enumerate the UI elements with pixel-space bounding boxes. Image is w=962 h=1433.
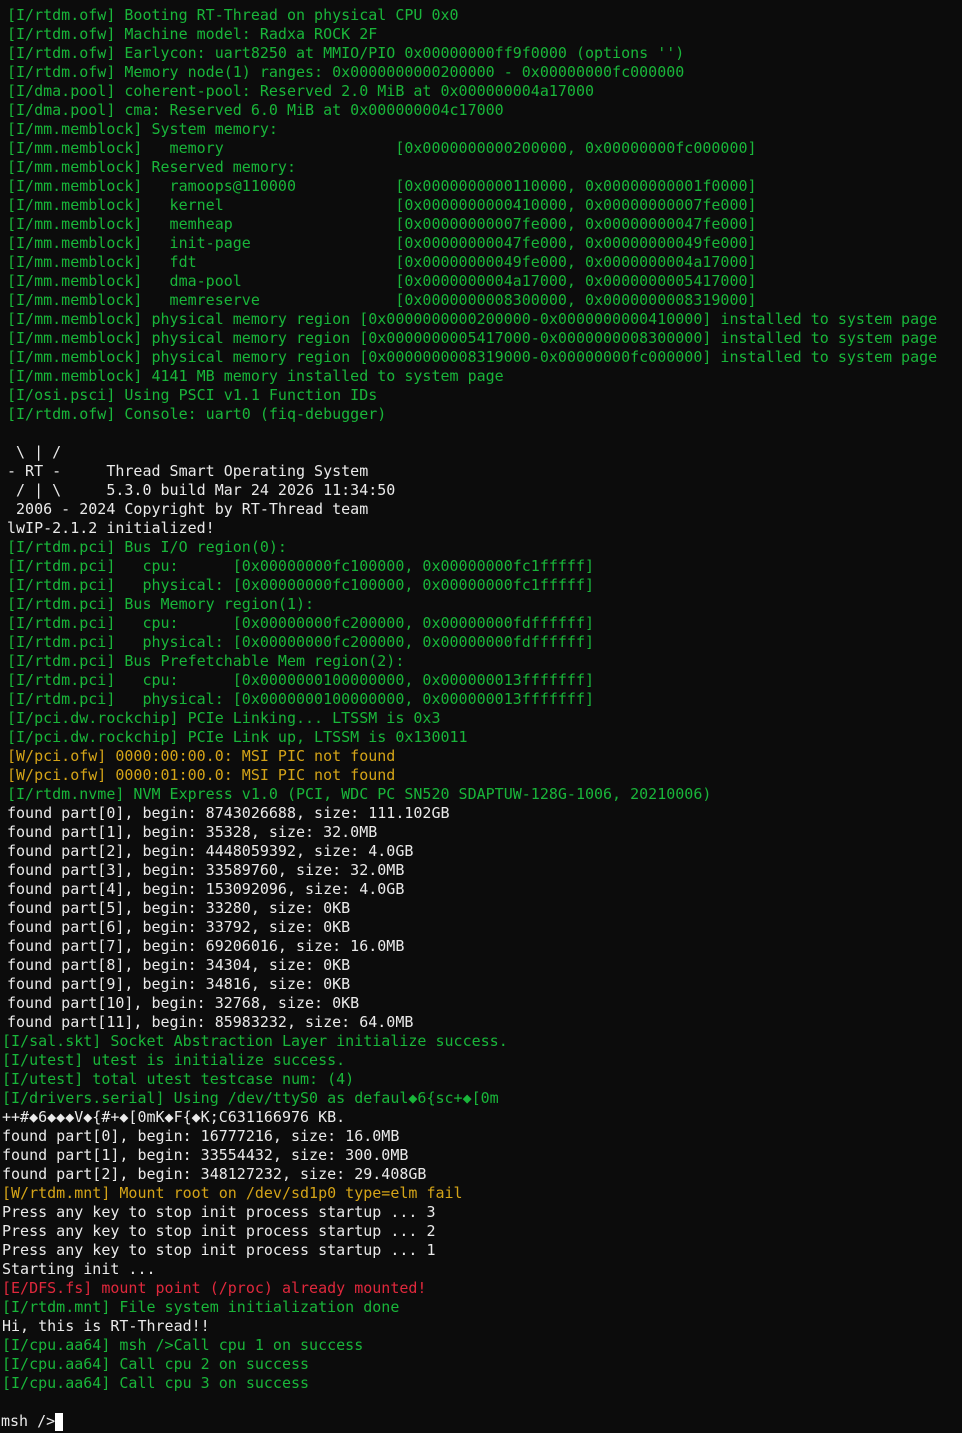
log-line-info: [I/rtdm.ofw] Memory node(1) ranges: 0x00… <box>7 63 685 81</box>
log-line-error: [E/DFS.fs] mount point (/proc) already m… <box>2 1279 427 1297</box>
log-line-info: [I/rtdm.pci] physical: [0x00000001000000… <box>7 690 594 708</box>
log-line-info: [I/rtdm.pci] Bus Memory region(1): <box>7 595 315 613</box>
log-line: found part[6], begin: 33792, size: 0KB <box>7 918 351 936</box>
log-line-info: [I/mm.memblock] memreserve [0x0000000008… <box>7 291 757 309</box>
log-line: found part[5], begin: 33280, size: 0KB <box>7 899 351 917</box>
log-line-info: [I/mm.memblock] kernel [0x00000000004100… <box>7 196 757 214</box>
log-line-info: [I/mm.memblock] ramoops@110000 [0x000000… <box>7 177 757 195</box>
log-line-warning: [W/rtdm.mnt] Mount root on /dev/sd1p0 ty… <box>2 1184 463 1202</box>
log-line: Press any key to stop init process start… <box>2 1222 436 1240</box>
log-line-info: [I/mm.memblock] physical memory region [… <box>7 310 938 328</box>
text-cursor <box>55 1413 64 1431</box>
log-line: found part[2], begin: 4448059392, size: … <box>7 842 414 860</box>
log-line-info: [I/rtdm.pci] physical: [0x00000000fc1000… <box>7 576 594 594</box>
log-line-info: [I/dma.pool] coherent-pool: Reserved 2.0… <box>7 82 594 100</box>
log-line-info: [I/drivers.serial] Using /dev/ttyS0 as d… <box>2 1089 499 1107</box>
log-line: Hi, this is RT-Thread!! <box>2 1317 210 1335</box>
log-line: - RT - Thread Smart Operating System <box>7 462 369 480</box>
log-line-info: [I/dma.pool] cma: Reserved 6.0 MiB at 0x… <box>7 101 504 119</box>
log-line-info: [I/mm.memblock] System memory: <box>7 120 278 138</box>
log-line-info: [I/mm.memblock] memheap [0x00000000007fe… <box>7 215 757 233</box>
log-line: found part[0], begin: 16777216, size: 16… <box>2 1127 400 1145</box>
log-line: Press any key to stop init process start… <box>2 1241 436 1259</box>
log-line: Starting init ... <box>2 1260 156 1278</box>
log-line: found part[9], begin: 34816, size: 0KB <box>7 975 351 993</box>
log-line: found part[4], begin: 153092096, size: 4… <box>7 880 405 898</box>
log-line-info: [I/rtdm.pci] cpu: [0x00000000fc200000, 0… <box>7 614 594 632</box>
log-line-info: [I/mm.memblock] Reserved memory: <box>7 158 296 176</box>
log-line-info: [I/rtdm.mnt] File system initialization … <box>2 1298 400 1316</box>
log-line-info: [I/utest] utest is initialize success. <box>2 1051 346 1069</box>
log-line-warning: [W/pci.ofw] 0000:01:00.0: MSI PIC not fo… <box>7 766 396 784</box>
log-line: found part[0], begin: 8743026688, size: … <box>7 804 450 822</box>
log-line: / | \ 5.3.0 build Mar 24 2026 11:34:50 <box>7 481 396 499</box>
log-line-info: [I/rtdm.ofw] Booting RT-Thread on physic… <box>7 6 459 24</box>
log-line-info: [I/mm.memblock] memory [0x00000000002000… <box>7 139 757 157</box>
log-line-info: [I/rtdm.ofw] Earlycon: uart8250 at MMIO/… <box>7 44 685 62</box>
log-line-info: [I/rtdm.pci] Bus I/O region(0): <box>7 538 287 556</box>
log-line: found part[7], begin: 69206016, size: 16… <box>7 937 405 955</box>
log-line: 2006 - 2024 Copyright by RT-Thread team <box>7 500 369 518</box>
log-line: found part[11], begin: 85983232, size: 6… <box>7 1013 414 1031</box>
log-line-info: [I/rtdm.ofw] Console: uart0 (fiq-debugge… <box>7 405 387 423</box>
log-line-info: [I/cpu.aa64] Call cpu 3 on success <box>2 1374 310 1392</box>
log-line: found part[10], begin: 32768, size: 0KB <box>7 994 360 1012</box>
log-line-info: [I/pci.dw.rockchip] PCIe Link up, LTSSM … <box>7 728 468 746</box>
log-line-info: [I/cpu.aa64] msh />Call cpu 1 on success <box>2 1336 364 1354</box>
log-line-info: [I/rtdm.pci] cpu: [0x00000000fc100000, 0… <box>7 557 594 575</box>
log-line: found part[8], begin: 34304, size: 0KB <box>7 956 351 974</box>
log-line-info: [I/mm.memblock] physical memory region [… <box>7 329 938 347</box>
log-line-warning: [W/pci.ofw] 0000:00:00.0: MSI PIC not fo… <box>7 747 396 765</box>
log-line: found part[2], begin: 348127232, size: 2… <box>2 1165 427 1183</box>
log-line-info: [I/rtdm.pci] Bus Prefetchable Mem region… <box>7 652 405 670</box>
log-line: found part[1], begin: 33554432, size: 30… <box>2 1146 409 1164</box>
log-line-info: [I/sal.skt] Socket Abstraction Layer ini… <box>2 1032 508 1050</box>
log-line-info: [I/osi.psci] Using PSCI v1.1 Function ID… <box>7 386 378 404</box>
log-line-info: [I/rtdm.pci] cpu: [0x0000000100000000, 0… <box>7 671 594 689</box>
log-line: \ | / <box>7 443 62 461</box>
log-line-info: [I/mm.memblock] 4141 MB memory installed… <box>7 367 504 385</box>
log-line-info: [I/mm.memblock] init-page [0x00000000047… <box>7 234 757 252</box>
log-line: lwIP-2.1.2 initialized! <box>7 519 215 537</box>
log-line-info: [I/mm.memblock] fdt [0x00000000049fe000,… <box>7 253 757 271</box>
log-line-info: [I/mm.memblock] dma-pool [0x0000000004a1… <box>7 272 757 290</box>
log-line-info: [I/cpu.aa64] Call cpu 2 on success <box>2 1355 310 1373</box>
log-line: Press any key to stop init process start… <box>2 1203 436 1221</box>
log-line: found part[1], begin: 35328, size: 32.0M… <box>7 823 378 841</box>
terminal-output[interactable]: [I/rtdm.ofw] Booting RT-Thread on physic… <box>0 0 962 1433</box>
log-line-info: [I/utest] total utest testcase num: (4) <box>2 1070 355 1088</box>
log-line-info: [I/mm.memblock] physical memory region [… <box>7 348 938 366</box>
log-line: ++#◆6◆◆◆V◆{#+◆[0mK◆F{◆K;C631166976 KB. <box>2 1108 346 1126</box>
log-line-info: [I/rtdm.ofw] Machine model: Radxa ROCK 2… <box>7 25 378 43</box>
shell-prompt[interactable]: msh /> <box>1 1412 64 1431</box>
log-line-info: [I/rtdm.nvme] NVM Express v1.0 (PCI, WDC… <box>7 785 712 803</box>
log-line-info: [I/pci.dw.rockchip] PCIe Linking... LTSS… <box>7 709 441 727</box>
log-line: found part[3], begin: 33589760, size: 32… <box>7 861 405 879</box>
log-line-info: [I/rtdm.pci] physical: [0x00000000fc2000… <box>7 633 594 651</box>
